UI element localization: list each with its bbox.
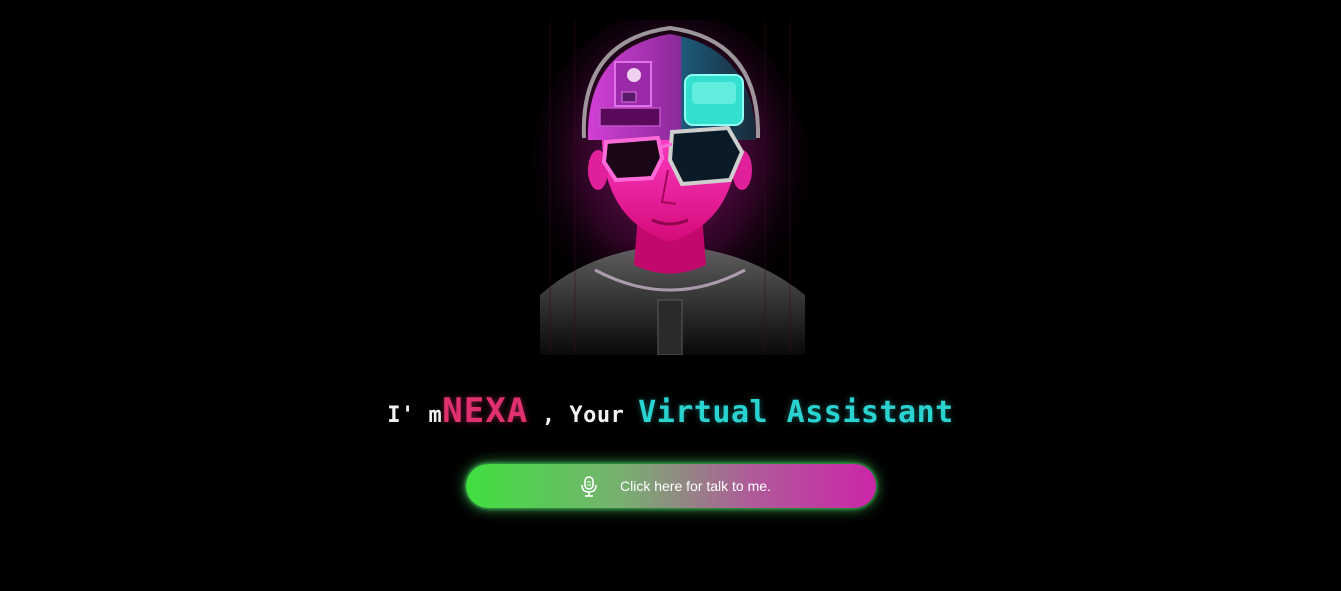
page-headline: I' mNEXA , Your Virtual Assistant <box>0 388 1341 440</box>
talk-to-assistant-button[interactable]: Click here for talk to me. <box>466 464 876 508</box>
talk-button-label: Click here for talk to me. <box>620 478 771 494</box>
assistant-avatar-image <box>520 20 820 355</box>
page: I' mNEXA , Your Virtual Assistant Click … <box>0 0 1341 591</box>
headline-prefix: I' m <box>387 403 443 428</box>
headline-suffix: Virtual Assistant <box>638 395 954 430</box>
headline-middle: , Your <box>528 403 639 428</box>
microphone-icon <box>578 475 600 497</box>
assistant-name: NEXA <box>442 391 529 431</box>
